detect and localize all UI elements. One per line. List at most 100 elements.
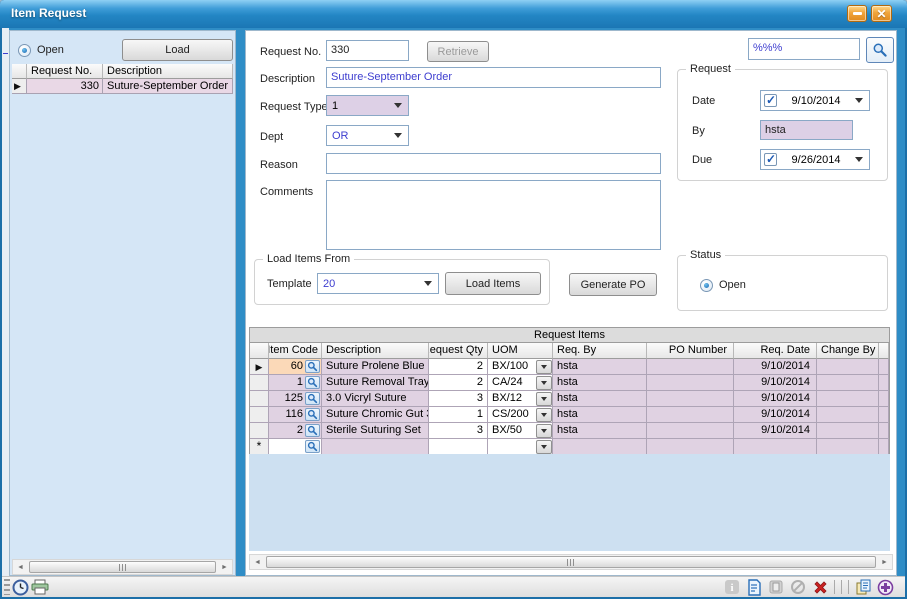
- search-button[interactable]: [866, 37, 894, 63]
- date-picker[interactable]: 9/10/2014: [760, 90, 870, 111]
- edit-document-icon[interactable]: [744, 578, 764, 596]
- comments-field[interactable]: [326, 180, 661, 250]
- row-selector[interactable]: [250, 391, 269, 407]
- column-header-po-number[interactable]: PO Number: [647, 343, 734, 359]
- add-record-icon[interactable]: [875, 578, 895, 596]
- column-header-description[interactable]: Description: [322, 343, 429, 359]
- block-icon[interactable]: [788, 578, 808, 596]
- copy-record-icon[interactable]: [853, 578, 873, 596]
- scrollbar-thumb[interactable]: [266, 556, 876, 568]
- column-header-req-date[interactable]: Req. Date: [734, 343, 817, 359]
- uom-dropdown-button[interactable]: [536, 360, 552, 374]
- po-number-cell: [647, 439, 734, 455]
- close-button[interactable]: ✕: [871, 5, 892, 22]
- document-small-icon[interactable]: [766, 578, 786, 596]
- left-horizontal-scrollbar[interactable]: ◄ ►: [12, 559, 233, 575]
- description-field[interactable]: Suture-September Order: [326, 67, 661, 88]
- column-header-description[interactable]: Description: [103, 64, 233, 79]
- date-checkbox[interactable]: [764, 94, 777, 107]
- scroll-right-arrow[interactable]: ►: [217, 560, 232, 574]
- uom-dropdown-button[interactable]: [536, 376, 552, 390]
- description-cell[interactable]: Suture Removal Tray: [322, 375, 429, 391]
- uom-dropdown-button[interactable]: [536, 392, 552, 406]
- item-code-cell[interactable]: 1: [269, 375, 322, 391]
- column-header-request-no[interactable]: Request No.: [27, 64, 103, 79]
- column-header-change-by[interactable]: Change By: [817, 343, 879, 359]
- docked-panel-edge[interactable]: [2, 28, 9, 577]
- description-cell[interactable]: 3.0 Vicryl Suture: [322, 391, 429, 407]
- description-cell[interactable]: Suture Chromic Gut 3-0: [322, 407, 429, 423]
- uom-dropdown-button[interactable]: [536, 424, 552, 438]
- lookup-button[interactable]: [305, 376, 320, 389]
- column-header-uom[interactable]: UOM: [488, 343, 553, 359]
- search-input[interactable]: %%%: [748, 38, 860, 60]
- item-code-cell[interactable]: 116: [269, 407, 322, 423]
- uom-cell[interactable]: [488, 439, 553, 455]
- table-row[interactable]: 116 Suture Chromic Gut 3-0 1 CS/200 hsta…: [250, 407, 889, 423]
- request-no-cell[interactable]: 330: [27, 79, 103, 94]
- generate-po-button[interactable]: Generate PO: [569, 273, 657, 296]
- reason-field[interactable]: [326, 153, 661, 174]
- scroll-left-arrow[interactable]: ◄: [13, 560, 28, 574]
- qty-cell[interactable]: [429, 439, 488, 455]
- qty-cell[interactable]: 1: [429, 407, 488, 423]
- due-picker[interactable]: 9/26/2014: [760, 149, 870, 170]
- due-checkbox[interactable]: [764, 153, 777, 166]
- new-row[interactable]: *: [250, 439, 889, 455]
- qty-cell[interactable]: 3: [429, 391, 488, 407]
- lookup-button[interactable]: [305, 440, 320, 453]
- item-code-cell[interactable]: [269, 439, 322, 455]
- table-row[interactable]: ▶ 330 Suture-September Order: [12, 79, 233, 94]
- table-row[interactable]: 2 Sterile Suturing Set 3 BX/50 hsta 9/10…: [250, 423, 889, 439]
- description-cell[interactable]: Sterile Suturing Set: [322, 423, 429, 439]
- item-code-cell[interactable]: 60: [269, 359, 322, 375]
- info-icon[interactable]: i: [722, 578, 742, 596]
- lookup-button[interactable]: [305, 392, 320, 405]
- description-cell[interactable]: Suture-September Order: [103, 79, 233, 94]
- table-horizontal-scrollbar[interactable]: ◄ ►: [249, 554, 893, 570]
- description-cell[interactable]: Suture Prolene Blue 2-0: [322, 359, 429, 375]
- row-selector[interactable]: [250, 375, 269, 391]
- uom-cell[interactable]: BX/50: [488, 423, 553, 439]
- minimize-button[interactable]: [847, 5, 867, 22]
- row-selector[interactable]: [250, 407, 269, 423]
- lookup-button[interactable]: [305, 424, 320, 437]
- request-no-field[interactable]: 330: [326, 40, 409, 61]
- clock-icon[interactable]: [10, 578, 30, 596]
- uom-cell[interactable]: CA/24: [488, 375, 553, 391]
- uom-cell[interactable]: BX/100: [488, 359, 553, 375]
- table-row[interactable]: 1 Suture Removal Tray 2 CA/24 hsta 9/10/…: [250, 375, 889, 391]
- lookup-button[interactable]: [305, 408, 320, 421]
- title-bar[interactable]: Item Request ✕: [0, 0, 907, 28]
- lookup-button[interactable]: [305, 360, 320, 373]
- column-header-request-qty[interactable]: Request Qty: [429, 343, 488, 359]
- table-row[interactable]: ▶ 60 Suture Prolene Blue 2-0 2 BX/100 hs…: [250, 359, 889, 375]
- row-selector[interactable]: [250, 423, 269, 439]
- scroll-right-arrow[interactable]: ►: [877, 555, 892, 569]
- column-header-item-code[interactable]: Item Code: [269, 343, 322, 359]
- uom-cell[interactable]: BX/12: [488, 391, 553, 407]
- request-type-dropdown[interactable]: 1: [326, 95, 409, 116]
- item-code-cell[interactable]: 2: [269, 423, 322, 439]
- load-button[interactable]: Load: [122, 39, 233, 61]
- status-open-radio[interactable]: [700, 279, 713, 292]
- retrieve-button[interactable]: Retrieve: [427, 41, 489, 62]
- description-cell[interactable]: [322, 439, 429, 455]
- uom-cell[interactable]: CS/200: [488, 407, 553, 423]
- scrollbar-thumb[interactable]: [29, 561, 216, 573]
- uom-dropdown-button[interactable]: [536, 440, 552, 454]
- open-filter-radio[interactable]: [18, 44, 31, 57]
- qty-cell[interactable]: 3: [429, 423, 488, 439]
- delete-icon[interactable]: [810, 578, 830, 596]
- column-header-req-by[interactable]: Req. By: [553, 343, 647, 359]
- dept-dropdown[interactable]: OR: [326, 125, 409, 146]
- qty-cell[interactable]: 2: [429, 375, 488, 391]
- scroll-left-arrow[interactable]: ◄: [250, 555, 265, 569]
- table-row[interactable]: 125 3.0 Vicryl Suture 3 BX/12 hsta 9/10/…: [250, 391, 889, 407]
- printer-icon[interactable]: [30, 578, 50, 596]
- template-dropdown[interactable]: 20: [317, 273, 439, 294]
- uom-dropdown-button[interactable]: [536, 408, 552, 422]
- item-code-cell[interactable]: 125: [269, 391, 322, 407]
- load-items-button[interactable]: Load Items: [445, 272, 541, 295]
- qty-cell[interactable]: 2: [429, 359, 488, 375]
